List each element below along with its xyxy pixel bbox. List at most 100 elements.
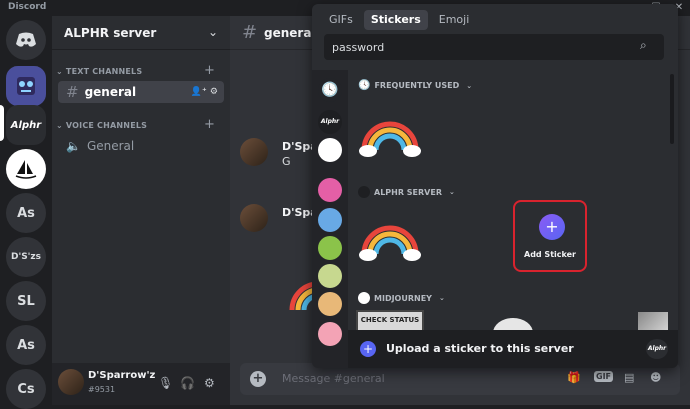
discord-logo-icon: [16, 32, 36, 47]
server-icon-alphr[interactable]: Alphr: [6, 105, 46, 145]
category-label: TEXT CHANNELS: [65, 67, 143, 76]
category-label: VOICE CHANNELS: [65, 121, 148, 130]
picker-category-rail: 🕓 Alphr: [312, 70, 348, 368]
sticker-icon[interactable]: ▤: [624, 371, 634, 384]
composer-placeholder: Message #general: [282, 372, 385, 385]
section-midjourney[interactable]: MIDJOURNEY ⌄: [358, 292, 445, 304]
character-category-icon[interactable]: [318, 236, 342, 260]
channel-title: general: [264, 26, 316, 40]
tab-gifs[interactable]: GIFs: [322, 10, 360, 30]
server-icon: [358, 186, 370, 198]
server-icon[interactable]: SL: [6, 281, 46, 321]
section-label: FREQUENTLY USED: [374, 81, 460, 90]
alphr-category-icon[interactable]: Alphr: [318, 110, 342, 134]
server-header[interactable]: ALPHR server ⌄: [52, 16, 230, 50]
add-channel-icon[interactable]: +: [204, 117, 215, 132]
midjourney-category-icon[interactable]: [318, 138, 342, 162]
server-label: As: [17, 205, 35, 221]
selected-server-pill: [0, 105, 4, 141]
gif-button[interactable]: GIF: [594, 371, 614, 382]
plus-icon: +: [539, 214, 565, 240]
server-name: ALPHR server: [64, 26, 157, 40]
server-label: SL: [17, 293, 35, 309]
avatar[interactable]: [240, 138, 268, 166]
add-attachment-button[interactable]: +: [250, 371, 266, 387]
channel-item-general[interactable]: # general 👤⁺ ⚙: [58, 81, 224, 103]
channel-item-voice-general[interactable]: 🔈 General: [58, 135, 224, 157]
app-title: Discord: [8, 2, 47, 12]
emoji-icon[interactable]: ☻: [650, 371, 661, 384]
sticker-caption: CHECK STATUS: [360, 316, 420, 324]
sticker-picker: GIFs Stickers Emoji ⌕ 🕓 Alphr 🕓 FREQUENT…: [312, 4, 678, 368]
clock-icon[interactable]: 🕓: [318, 78, 342, 102]
picker-tabs: GIFs Stickers Emoji: [322, 10, 476, 30]
avatar[interactable]: [240, 204, 268, 232]
category-chevron-icon: ⌄: [56, 121, 63, 130]
search-icon: ⌕: [640, 38, 647, 52]
message-text: G: [282, 155, 291, 168]
hash-icon: #: [242, 22, 258, 43]
microphone-icon[interactable]: 🎙: [158, 376, 173, 390]
hash-icon: #: [66, 83, 79, 101]
tab-emoji[interactable]: Emoji: [432, 10, 477, 30]
chevron-down-icon: ⌄: [466, 81, 473, 90]
server-icon: [358, 292, 370, 304]
server-label: As: [17, 337, 35, 353]
server-label: D'S'zs: [10, 252, 42, 262]
chevron-down-icon: ⌄: [449, 188, 455, 196]
picker-scrollbar[interactable]: [670, 74, 674, 144]
server-badge: Alphr: [646, 339, 668, 359]
rainbow-sticker[interactable]: [358, 214, 422, 264]
add-sticker-label: Add Sticker: [524, 250, 576, 259]
chevron-down-icon: ⌄: [438, 294, 445, 302]
category-text-channels[interactable]: ⌄ TEXT CHANNELS +: [56, 63, 215, 78]
section-frequently-used[interactable]: 🕓 FREQUENTLY USED ⌄: [358, 80, 472, 91]
section-alphr-server[interactable]: ALPHR SERVER ⌄: [358, 186, 455, 198]
tab-stickers[interactable]: Stickers: [363, 10, 428, 30]
bunny-category-icon[interactable]: [318, 178, 342, 202]
character-category-icon[interactable]: [318, 264, 342, 288]
avatar[interactable]: [58, 369, 84, 395]
add-channel-icon[interactable]: +: [204, 63, 215, 78]
server-rail: Alphr As D'S'zs SL As Cs: [0, 16, 52, 409]
category-chevron-icon: ⌄: [56, 67, 63, 76]
headphones-icon[interactable]: 🎧: [180, 376, 195, 390]
channel-label: General: [86, 139, 135, 153]
server-icon-midjourney[interactable]: [6, 149, 46, 189]
discord-home-button[interactable]: [6, 20, 46, 60]
server-label: Alphr: [10, 119, 42, 131]
speaker-icon: 🔈: [66, 139, 81, 153]
server-icon[interactable]: Cs: [6, 369, 46, 409]
user-panel: D'Sparrow'z #9531 🎙 🎧 ⚙: [52, 363, 230, 405]
section-label: ALPHR SERVER: [374, 187, 442, 197]
sticker-search-input[interactable]: [324, 34, 664, 60]
character-category-icon[interactable]: [318, 292, 342, 316]
gift-icon[interactable]: 🎁: [567, 371, 581, 384]
robot-icon: [17, 77, 35, 95]
category-label: Alphr: [320, 118, 340, 125]
clock-icon: 🕓: [358, 80, 371, 91]
plus-icon: +: [360, 341, 376, 357]
channel-label: general: [84, 85, 137, 99]
section-label: MIDJOURNEY: [374, 293, 432, 303]
invite-settings-icons[interactable]: 👤⁺ ⚙: [191, 87, 218, 97]
character-category-icon[interactable]: [318, 208, 342, 232]
server-icon-robot[interactable]: [6, 66, 46, 106]
add-sticker-button[interactable]: + Add Sticker: [513, 200, 587, 272]
user-tag: #9531: [88, 385, 116, 394]
server-label: Cs: [17, 381, 35, 397]
server-icon[interactable]: As: [6, 193, 46, 233]
gear-icon[interactable]: ⚙: [204, 376, 215, 390]
server-icon[interactable]: D'S'zs: [6, 237, 46, 277]
upload-sticker-bar[interactable]: + Upload a sticker to this server Alphr: [348, 330, 678, 368]
username: D'Sparrow'z: [88, 370, 156, 381]
chevron-down-icon: ⌄: [207, 25, 218, 39]
upload-sticker-text: Upload a sticker to this server: [386, 342, 574, 355]
rainbow-sticker[interactable]: [358, 110, 422, 160]
sailboat-icon: [15, 160, 37, 179]
channel-sidebar: ALPHR server ⌄ ⌄ TEXT CHANNELS + # gener…: [52, 16, 230, 405]
server-icon[interactable]: As: [6, 325, 46, 365]
sticker-list: 🕓 FREQUENTLY USED ⌄ ALPHR SERVER ⌄ + Add…: [348, 70, 678, 368]
category-voice-channels[interactable]: ⌄ VOICE CHANNELS +: [56, 117, 215, 132]
character-category-icon[interactable]: [318, 322, 342, 346]
